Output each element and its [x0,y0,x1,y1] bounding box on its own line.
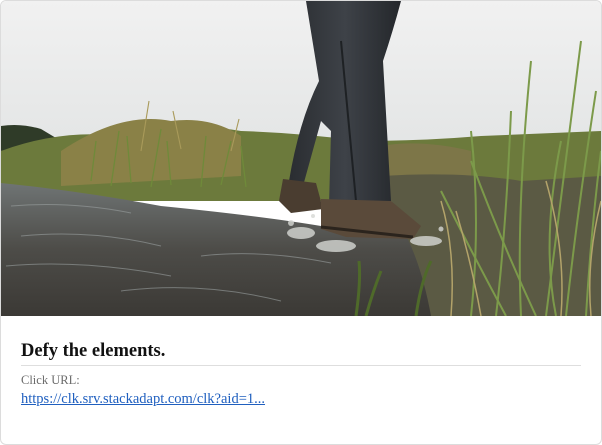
ad-card[interactable]: Defy the elements. Click URL: https://cl… [0,0,602,445]
hero-image[interactable] [1,1,601,316]
ad-headline: Defy the elements. [21,341,166,361]
divider [21,365,581,366]
click-url-label: Click URL: [21,373,80,387]
click-url-link[interactable]: https://clk.srv.stackadapt.com/clk?aid=1… [21,391,265,408]
